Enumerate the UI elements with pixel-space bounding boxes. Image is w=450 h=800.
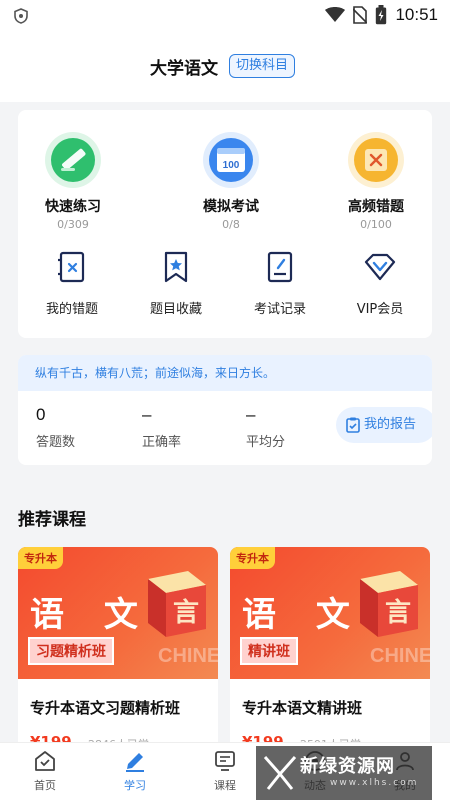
- watermark-url: www.xlhs.com: [330, 778, 419, 788]
- course-icon: [215, 751, 235, 771]
- course-card[interactable]: 专升本 语 文 精讲班 言 CHINE 专升本语文精讲班 ¥199 2591人已…: [230, 547, 430, 752]
- frequent-errors-button[interactable]: [348, 132, 404, 188]
- no-sim-icon: [353, 6, 368, 24]
- exam-record-label: 考试记录: [253, 302, 306, 317]
- error-card-icon: [348, 132, 404, 188]
- course-banner: 专升本 语 文 精讲班 言 CHINE: [230, 547, 430, 679]
- mock-exam-button[interactable]: 100: [203, 132, 259, 188]
- mock-exam-title: 模拟考试: [203, 199, 259, 215]
- wrong-book-icon: [58, 251, 85, 283]
- frequent-errors-title: 高频错题: [348, 199, 404, 215]
- stat-answered-value: 0: [36, 405, 46, 424]
- quick-practice-title: 快速练习: [45, 199, 101, 215]
- course-title: 专升本语文精讲班: [242, 699, 363, 717]
- watermark-logo-icon: [263, 756, 297, 790]
- course-banner-title: 语 文: [242, 595, 364, 635]
- my-report-button[interactable]: 我的报告: [336, 407, 432, 443]
- tab-home[interactable]: 首页: [5, 749, 85, 793]
- tab-courses[interactable]: 课程: [185, 749, 265, 793]
- stat-average-value: –: [246, 405, 256, 424]
- stat-accuracy-value: –: [142, 405, 152, 424]
- course-banner-en: CHINE: [370, 645, 430, 667]
- vip-diamond-icon: [364, 253, 396, 281]
- pencil-tab-icon: [126, 753, 144, 772]
- course-tag: 专升本: [230, 547, 275, 569]
- mock-exam-progress: 0/8: [222, 218, 240, 231]
- watermark: 新绿资源网 www.xlhs.com: [256, 746, 432, 800]
- cube-icon: 言: [360, 571, 418, 637]
- watermark-text: 新绿资源网: [300, 756, 395, 777]
- course-banner-title: 语 文: [30, 595, 152, 635]
- home-icon: [35, 751, 55, 771]
- calendar-100-icon: 100: [203, 132, 259, 188]
- tab-study-label: 学习: [124, 779, 146, 792]
- stat-accuracy-label: 正确率: [142, 435, 182, 450]
- pencil-icon: [45, 132, 101, 188]
- my-wrong-questions-label: 我的错题: [45, 302, 98, 317]
- my-report-label: 我的报告: [364, 417, 417, 432]
- course-card[interactable]: 专升本 语 文 习题精析班 言 CHINE 专升本语文习题精析班 ¥199 28…: [18, 547, 218, 752]
- page-title: 大学语文: [150, 59, 218, 79]
- quick-practice-button[interactable]: [45, 132, 101, 188]
- battery-icon: [376, 5, 387, 25]
- stats-card: 纵有千古，横有八荒；前途似海，来日方长。 0 答题数 – 正确率 – 平均分 我…: [18, 355, 432, 465]
- stat-answered-label: 答题数: [36, 435, 76, 450]
- course-banner-subtitle: 习题精析班: [28, 637, 114, 665]
- practice-card: 快速练习 0/309 100 模拟考试 0/8 高频错题 0/100 我的错题 …: [18, 110, 432, 338]
- cube-icon: 言: [148, 571, 206, 637]
- status-time: 10:51: [395, 5, 438, 24]
- vip-member-button[interactable]: [363, 250, 397, 284]
- svg-text:100: 100: [223, 160, 240, 171]
- wifi-icon: [325, 7, 346, 22]
- frequent-errors-progress: 0/100: [360, 218, 392, 231]
- cube-char: 言: [385, 598, 411, 628]
- report-icon: [346, 417, 360, 433]
- switch-subject-button[interactable]: 切换科目: [229, 54, 296, 78]
- question-favorites-button[interactable]: [159, 250, 193, 284]
- my-wrong-questions-button[interactable]: [55, 250, 89, 284]
- course-banner-subtitle: 精讲班: [240, 637, 298, 665]
- tab-study[interactable]: 学习: [95, 749, 175, 793]
- course-title: 专升本语文习题精析班: [30, 699, 181, 717]
- stat-average: – 平均分: [246, 405, 336, 450]
- exam-record-button[interactable]: [263, 250, 297, 284]
- course-tag: 专升本: [18, 547, 63, 569]
- tab-home-label: 首页: [34, 779, 56, 792]
- vip-member-label: VIP会员: [356, 302, 404, 317]
- course-banner: 专升本 语 文 习题精析班 言 CHINE: [18, 547, 218, 679]
- recommended-courses-title: 推荐课程: [18, 510, 86, 530]
- shield-icon: [14, 8, 28, 24]
- motto-banner: 纵有千古，横有八荒；前途似海，来日方长。: [18, 355, 432, 391]
- stat-average-label: 平均分: [246, 435, 286, 450]
- quick-practice-progress: 0/309: [57, 218, 89, 231]
- course-banner-en: CHINE: [158, 645, 218, 667]
- exam-record-icon: [267, 251, 293, 283]
- question-favorites-label: 题目收藏: [149, 302, 202, 317]
- tab-courses-label: 课程: [214, 779, 236, 792]
- stat-accuracy: – 正确率: [142, 405, 232, 450]
- header: 大学语文 切换科目: [0, 32, 450, 102]
- stat-answered: 0 答题数: [36, 405, 126, 450]
- status-bar: 10:51: [0, 0, 450, 32]
- cube-char: 言: [173, 598, 199, 628]
- bookmark-star-icon: [164, 251, 188, 283]
